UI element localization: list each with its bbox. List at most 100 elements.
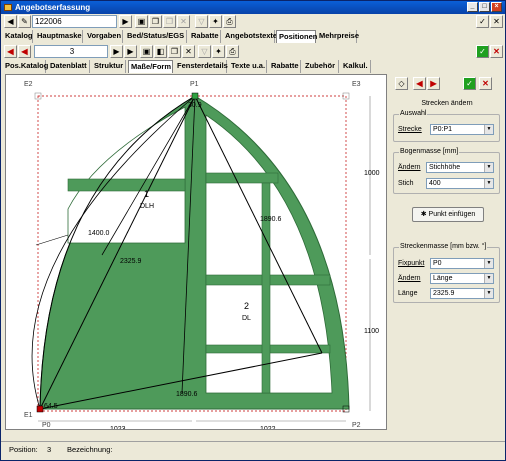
chevron-down-icon: ▼: [484, 259, 493, 268]
tools2-icon[interactable]: ✦: [212, 45, 225, 58]
maximize-button[interactable]: □: [479, 2, 490, 12]
dim-height-upper: 1000: [364, 170, 380, 177]
strecke-value: P0:P1: [433, 126, 453, 133]
tools-icon[interactable]: ✦: [209, 15, 222, 28]
magic-wand-icon: ✱: [420, 211, 429, 218]
label-angle-p0: 64.5: [44, 403, 58, 410]
fixpunkt-select[interactable]: P0 ▼: [430, 258, 494, 269]
label-1400: 1400.0: [88, 230, 110, 237]
filter2-icon[interactable]: ▽: [198, 45, 211, 58]
bogen-aendern-label: Ändern: [398, 164, 421, 171]
copy2-icon[interactable]: ❐: [163, 15, 176, 28]
tab-bed-status[interactable]: Bed/Status/EGS: [125, 30, 187, 43]
panel-2-number: 2: [244, 301, 249, 311]
tab-pos-katalog[interactable]: Pos.Katalog: [3, 60, 48, 73]
pencil-icon[interactable]: ✎: [18, 15, 31, 28]
panel-1-number: 1: [144, 189, 149, 199]
bogen-group: Bogenmasse [mm] Ändern Stichhöhe ▼ Stich …: [393, 148, 500, 194]
next-record-icon[interactable]: ▶: [119, 15, 132, 28]
dim-height-lower: 1100: [364, 328, 379, 335]
tab-fensterdetails[interactable]: Fensterdetails: [175, 60, 228, 73]
discard-icon[interactable]: ✕: [490, 45, 503, 58]
app-icon: [4, 4, 12, 11]
tab-rabatte2[interactable]: Rabatte: [269, 60, 301, 73]
save-disk-icon[interactable]: ▣: [135, 15, 148, 28]
copy-position-icon[interactable]: ❐: [168, 45, 181, 58]
position-value: 3: [47, 445, 52, 454]
delete-position-icon[interactable]: ✕: [182, 45, 195, 58]
corner-e3: E3: [352, 81, 361, 88]
cancel-edit-icon[interactable]: ✕: [479, 77, 492, 90]
tab-katalog[interactable]: Katalog: [3, 30, 33, 43]
cancel-icon[interactable]: ✕: [490, 15, 503, 28]
laenge-value: 2325.9: [433, 290, 455, 297]
auswahl-group: Auswahl Strecke P0:P1 ▼: [393, 110, 500, 142]
tab-hauptmaske[interactable]: Hauptmaske: [35, 30, 83, 43]
fixpunkt-value: P0: [433, 260, 442, 267]
strecken-group: Streckenmasse [mm bzw. °] Fixpunkt P0 ▼ Ä…: [393, 243, 500, 303]
tab-vorgaben[interactable]: Vorgaben: [85, 30, 123, 43]
print-icon[interactable]: ⎙: [223, 15, 236, 28]
fixpunkt-label: Fixpunkt: [398, 260, 425, 267]
drawing-canvas[interactable]: E2 P1 E3 E1 P0 P2 1000 1100 1023 1022 30…: [5, 74, 387, 430]
title-bar: Angebotserfassung _ □ ×: [1, 1, 505, 14]
next-position-icon[interactable]: ▶: [110, 45, 123, 58]
forward-icon[interactable]: ▶: [427, 77, 440, 90]
minimize-button[interactable]: _: [467, 2, 478, 12]
tab-masse-form[interactable]: Maße/Form: [128, 60, 173, 73]
tab-positionen[interactable]: Positionen: [276, 30, 317, 43]
strecken-group-title: Streckenmasse [mm bzw. °]: [399, 243, 488, 250]
tab-struktur[interactable]: Struktur: [92, 60, 126, 73]
glass-pane-1: [67, 106, 186, 244]
dim-width-left: 1023: [110, 426, 126, 429]
transom-2a: [205, 172, 279, 184]
sub-tab-strip: Pos.Katalog Datenblatt Struktur Maße/For…: [3, 60, 387, 73]
main-window: Angebotserfassung _ □ × ◀ ✎ 122006 ▶ ▣ ❐…: [0, 0, 506, 461]
first-position-icon[interactable]: ◀: [4, 45, 17, 58]
corner-e2: E2: [24, 81, 33, 88]
transom-1: [67, 178, 186, 192]
tab-zubehoer[interactable]: Zubehör: [303, 60, 339, 73]
dim-width-right: 1022: [260, 426, 276, 429]
back-icon[interactable]: ◀: [413, 77, 426, 90]
record-number-field[interactable]: 122006: [32, 15, 117, 28]
panel-1-code: DLH: [140, 203, 154, 210]
bogen-aendern-select[interactable]: Stichhöhe ▼: [426, 162, 494, 173]
confirm-icon[interactable]: ✓: [476, 15, 489, 28]
apply-icon[interactable]: ✓: [476, 45, 489, 58]
last-position-icon[interactable]: ▶: [124, 45, 137, 58]
strecke-select[interactable]: P0:P1 ▼: [430, 124, 494, 135]
close-window-button[interactable]: ×: [491, 2, 502, 12]
strecken-aendern-value: Länge: [433, 275, 453, 282]
corner-p0: P0: [42, 422, 51, 429]
shape-icon[interactable]: ◇: [395, 77, 408, 90]
record-toolbar: ◀ ✎ 122006 ▶ ▣ ❐ ❐ ✕ ▽ ✦ ⎙ ✓ ✕: [1, 14, 505, 30]
strecken-aendern-select[interactable]: Länge ▼: [430, 273, 494, 284]
bezeichnung-label: Bezeichnung:: [67, 445, 113, 454]
copy-icon[interactable]: ❐: [149, 15, 162, 28]
tab-kalkul[interactable]: Kalkul.: [341, 60, 371, 73]
tab-texte[interactable]: Texte u.a.: [229, 60, 267, 73]
punkt-einfuegen-label: Punkt einfügen: [428, 211, 476, 218]
tab-datenblatt[interactable]: Datenblatt: [48, 60, 90, 73]
tab-rabatte[interactable]: Rabatte: [189, 30, 221, 43]
prev-record-icon[interactable]: ◀: [4, 15, 17, 28]
laenge-input[interactable]: 2325.9 ▼: [430, 288, 494, 299]
handle-p0[interactable]: [36, 405, 44, 413]
position-number-field[interactable]: 3: [34, 45, 108, 58]
stich-input[interactable]: 400 ▼: [426, 178, 494, 189]
ok-icon[interactable]: ✓: [463, 77, 476, 90]
color-icon[interactable]: ◧: [154, 45, 167, 58]
save-position-icon[interactable]: ▣: [140, 45, 153, 58]
position-label: Position:: [9, 445, 38, 454]
prev-position-icon[interactable]: ◀: [18, 45, 31, 58]
tab-angebotstexte[interactable]: Angebotstexte: [223, 30, 277, 43]
punkt-einfuegen-button[interactable]: ✱ Punkt einfügen: [412, 207, 484, 222]
bogen-aendern-value: Stichhöhe: [429, 164, 461, 171]
delete-icon[interactable]: ✕: [177, 15, 190, 28]
print2-icon[interactable]: ⎙: [226, 45, 239, 58]
chevron-down-icon: ▼: [484, 163, 493, 172]
tab-mehrpreise[interactable]: Mehrpreise: [317, 30, 359, 43]
filter-icon[interactable]: ▽: [195, 15, 208, 28]
handle-p1[interactable]: [191, 92, 199, 100]
